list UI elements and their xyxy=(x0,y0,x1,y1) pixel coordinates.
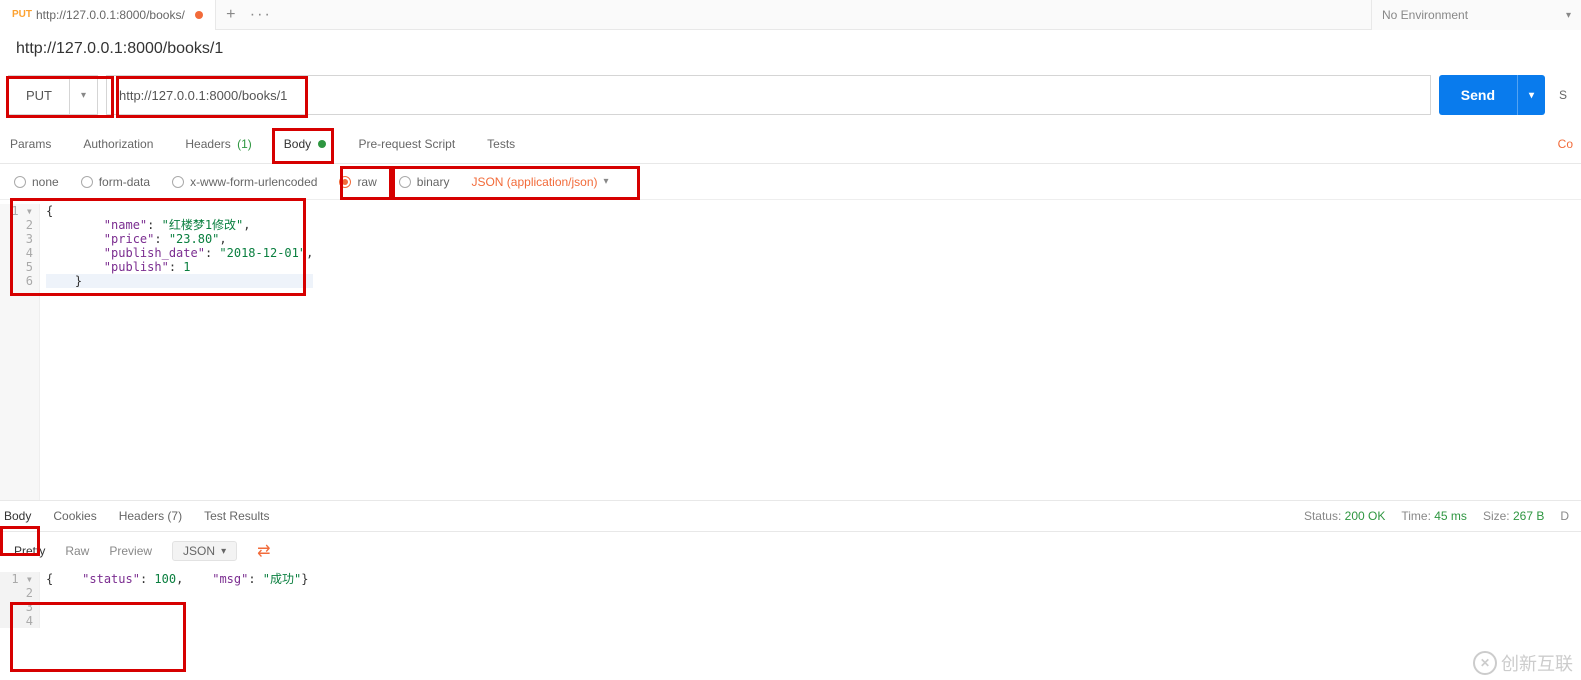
radio-formdata-label: form-data xyxy=(99,175,150,189)
body-type-row: none form-data x-www-form-urlencoded raw… xyxy=(0,164,1581,200)
radio-raw[interactable]: raw xyxy=(339,175,376,189)
watermark-text: 创新互联 xyxy=(1501,650,1573,676)
code-area: { "status": 100, "msg": "成功"} xyxy=(40,572,308,628)
radio-none[interactable]: none xyxy=(14,175,59,189)
method-label: PUT xyxy=(9,88,69,103)
send-split-chevron-icon[interactable]: ▾ xyxy=(1517,75,1545,115)
size-value: 267 B xyxy=(1513,509,1544,523)
new-tab-button[interactable]: + xyxy=(216,0,246,30)
resp-headers-count: (7) xyxy=(167,509,182,523)
status-label: Status: xyxy=(1304,509,1341,523)
tab-headers-label: Headers xyxy=(185,137,230,151)
send-button[interactable]: Send ▾ xyxy=(1439,75,1545,115)
resp-tab-body[interactable]: Body xyxy=(4,509,31,523)
save-button[interactable]: S xyxy=(1553,88,1573,102)
url-input[interactable]: http://127.0.0.1:8000/books/1 xyxy=(106,75,1431,115)
tab-tests[interactable]: Tests xyxy=(485,137,517,151)
watermark-logo-icon: ✕ xyxy=(1473,651,1497,675)
response-subtabs: Body Cookies Headers (7) Test Results St… xyxy=(0,500,1581,532)
unsaved-indicator-icon xyxy=(195,11,203,19)
mode-raw[interactable]: Raw xyxy=(65,544,89,558)
content-type-label: JSON (application/json) xyxy=(471,175,597,189)
headers-count: (1) xyxy=(237,137,252,151)
environment-label: No Environment xyxy=(1382,8,1468,22)
tab-headers[interactable]: Headers (1) xyxy=(183,137,253,151)
request-subtabs: Params Authorization Headers (1) Body Pr… xyxy=(0,124,1581,164)
code-area[interactable]: { "name": "红楼梦1修改", "price": "23.80", "p… xyxy=(40,204,313,500)
request-bar: PUT ▾ http://127.0.0.1:8000/books/1 Send… xyxy=(0,66,1581,124)
radio-raw-label: raw xyxy=(357,175,376,189)
line-gutter: 1 ▾23456 xyxy=(0,204,40,500)
response-status-bar: Status: 200 OK Time: 45 ms Size: 267 B D xyxy=(1304,509,1577,523)
environment-selector[interactable]: No Environment ▾ xyxy=(1371,0,1581,30)
radio-icon xyxy=(399,176,411,188)
response-toolbar: Pretty Raw Preview JSON ▾ ⇄ xyxy=(0,532,1581,570)
status-value: 200 OK xyxy=(1345,509,1386,523)
line-gutter: 1 ▾234 xyxy=(0,572,40,628)
size-label: Size: xyxy=(1483,509,1510,523)
chevron-down-icon: ▾ xyxy=(1566,10,1571,21)
request-body-editor[interactable]: 1 ▾23456 { "name": "红楼梦1修改", "price": "2… xyxy=(0,200,1581,500)
radio-icon xyxy=(339,176,351,188)
time-label: Time: xyxy=(1401,509,1431,523)
radio-formdata[interactable]: form-data xyxy=(81,175,150,189)
body-indicator-icon xyxy=(318,140,326,148)
response-format-dropdown[interactable]: JSON ▾ xyxy=(172,541,237,561)
content-type-dropdown[interactable]: JSON (application/json) ▾ xyxy=(471,175,608,189)
radio-urlencoded-label: x-www-form-urlencoded xyxy=(190,175,317,189)
tab-title: http://127.0.0.1:8000/books/ xyxy=(36,8,185,22)
wrap-lines-icon[interactable]: ⇄ xyxy=(257,541,270,561)
method-dropdown[interactable]: PUT ▾ xyxy=(8,75,98,115)
tab-params[interactable]: Params xyxy=(8,137,53,151)
chevron-down-icon: ▾ xyxy=(604,176,609,187)
tab-authorization[interactable]: Authorization xyxy=(81,137,155,151)
resp-tab-headers[interactable]: Headers (7) xyxy=(119,509,182,523)
send-label: Send xyxy=(1439,87,1517,103)
tab-body[interactable]: Body xyxy=(282,137,329,151)
resp-headers-label: Headers xyxy=(119,509,164,523)
radio-urlencoded[interactable]: x-www-form-urlencoded xyxy=(172,175,317,189)
resp-tab-cookies[interactable]: Cookies xyxy=(53,509,96,523)
tab-bar: PUT http://127.0.0.1:8000/books/ + ··· N… xyxy=(0,0,1581,30)
radio-none-label: none xyxy=(32,175,59,189)
request-tab[interactable]: PUT http://127.0.0.1:8000/books/ xyxy=(0,0,216,30)
chevron-down-icon: ▾ xyxy=(221,546,226,557)
radio-binary-label: binary xyxy=(417,175,450,189)
watermark: ✕ 创新互联 xyxy=(1473,650,1573,676)
tab-prerequest[interactable]: Pre-request Script xyxy=(356,137,457,151)
cookies-link[interactable]: Co xyxy=(1558,137,1573,151)
tab-method: PUT xyxy=(12,9,32,20)
time-value: 45 ms xyxy=(1434,509,1467,523)
mode-pretty[interactable]: Pretty xyxy=(14,544,45,558)
response-body-editor[interactable]: 1 ▾234 { "status": 100, "msg": "成功"} xyxy=(0,570,1581,628)
chevron-down-icon[interactable]: ▾ xyxy=(69,76,97,114)
resp-tab-tests[interactable]: Test Results xyxy=(204,509,269,523)
mode-preview[interactable]: Preview xyxy=(109,544,152,558)
response-format-label: JSON xyxy=(183,544,215,558)
url-value: http://127.0.0.1:8000/books/1 xyxy=(119,88,287,103)
tab-body-label: Body xyxy=(284,137,311,151)
radio-icon xyxy=(14,176,26,188)
request-title: http://127.0.0.1:8000/books/1 xyxy=(0,30,1581,66)
radio-binary[interactable]: binary xyxy=(399,175,450,189)
radio-icon xyxy=(81,176,93,188)
download-button[interactable]: D xyxy=(1560,509,1569,523)
tab-overflow-button[interactable]: ··· xyxy=(246,0,276,30)
radio-icon xyxy=(172,176,184,188)
